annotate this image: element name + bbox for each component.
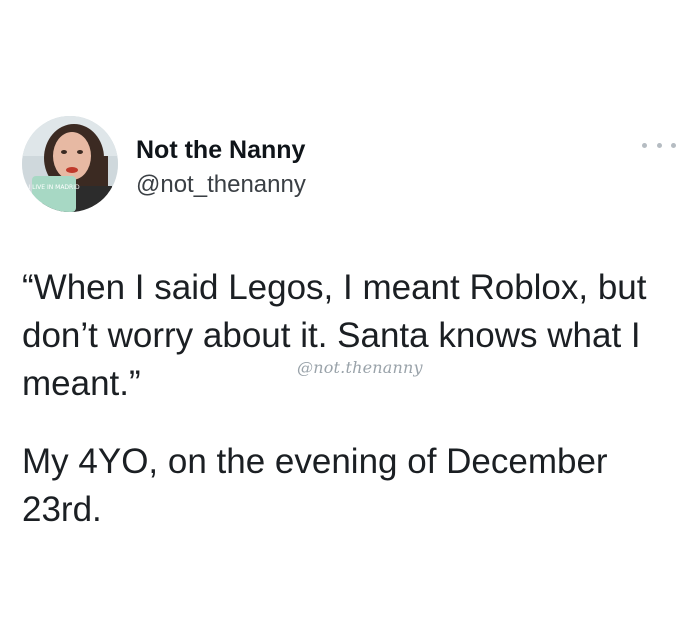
author-display-name[interactable]: Not the Nanny xyxy=(136,135,305,165)
more-dot xyxy=(642,142,647,148)
more-dot xyxy=(671,142,676,148)
tweet-text-quote: “When I said Legos, I meant Roblox, but … xyxy=(22,268,647,403)
avatar[interactable]: I LIVE IN MADRID xyxy=(22,116,118,212)
watermark: @not.thenanny xyxy=(297,358,423,377)
author-handle[interactable]: @not_thenanny xyxy=(136,171,306,199)
tweet-text-caption: My 4YO, on the evening of December 23rd. xyxy=(22,442,608,529)
avatar-photo: I LIVE IN MADRID xyxy=(22,116,118,212)
tweet-card: I LIVE IN MADRID Not the Nanny @not_then… xyxy=(0,0,700,634)
more-dot xyxy=(656,142,662,148)
avatar-mug-text: I LIVE IN MADRID xyxy=(28,184,80,191)
more-horizontal-icon[interactable] xyxy=(642,138,676,152)
